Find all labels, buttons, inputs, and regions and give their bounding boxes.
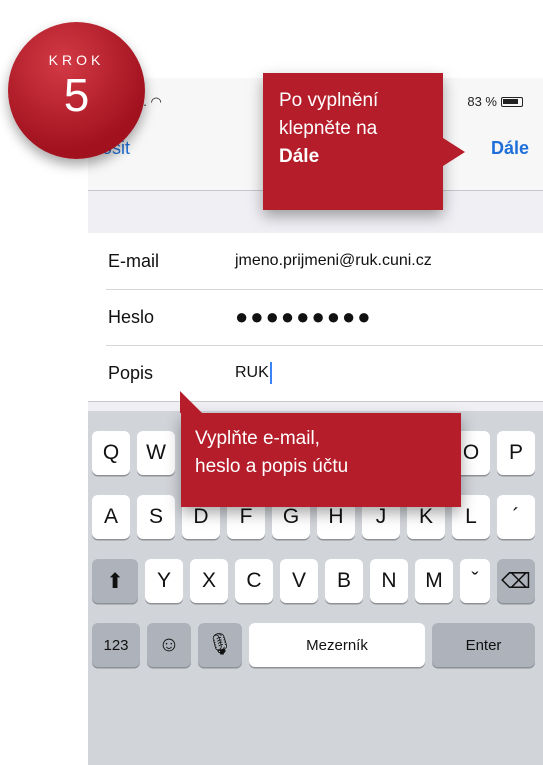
- account-form: E-mail jmeno.prijmeni@ruk.cuni.cz Heslo …: [88, 233, 543, 401]
- callout-top-bold: Dále: [279, 146, 320, 167]
- description-label: Popis: [108, 362, 154, 383]
- description-row[interactable]: Popis RUK: [88, 345, 543, 401]
- emoji-icon: ☺: [158, 633, 180, 656]
- enter-key[interactable]: Enter: [432, 623, 535, 667]
- battery-indicator: 83 %: [467, 94, 523, 109]
- key-a[interactable]: A: [92, 495, 130, 539]
- callout-top-pointer: [443, 138, 465, 166]
- shift-icon: ⬆: [106, 569, 124, 593]
- numbers-key[interactable]: 123: [92, 623, 140, 667]
- callout-bottom-line1: Vyplňte e-mail,: [195, 428, 320, 449]
- emoji-key[interactable]: ☺: [147, 623, 191, 667]
- microphone-key[interactable]: 🎙: [198, 623, 242, 667]
- callout-top-text: Po vyplnění klepněte na: [279, 90, 379, 139]
- key-m[interactable]: M: [415, 559, 453, 603]
- callout-bottom-pointer: [180, 391, 202, 413]
- key-c[interactable]: C: [235, 559, 273, 603]
- shift-key[interactable]: ⬆: [92, 559, 138, 603]
- password-label: Heslo: [108, 306, 155, 327]
- step-number: 5: [63, 69, 90, 121]
- backspace-key[interactable]: ⌫: [497, 559, 535, 603]
- next-instruction-callout: Po vyplnění klepněte na Dále: [263, 73, 465, 210]
- key-b[interactable]: B: [325, 559, 363, 603]
- fill-form-callout: Vyplňte e-mail, heslo a popis účtu: [180, 391, 461, 507]
- callout-bottom-line2: heslo a popis účtu: [195, 456, 349, 477]
- key-q[interactable]: Q: [92, 431, 130, 475]
- key-x[interactable]: X: [190, 559, 228, 603]
- password-row[interactable]: Heslo ●●●●●●●●●: [88, 289, 543, 345]
- battery-percentage: 83 %: [467, 94, 497, 109]
- space-key[interactable]: Mezerník: [249, 623, 425, 667]
- email-label: E-mail: [108, 250, 160, 271]
- key-p[interactable]: P: [497, 431, 535, 475]
- step-badge: KROK 5: [8, 22, 145, 159]
- description-field[interactable]: RUK: [235, 362, 272, 384]
- wifi-icon: ◠: [150, 94, 162, 109]
- key-acute[interactable]: ´: [497, 495, 535, 539]
- microphone-icon: 🎙: [206, 633, 234, 656]
- battery-icon: [501, 96, 523, 107]
- key-n[interactable]: N: [370, 559, 408, 603]
- step-label: KROK: [48, 52, 105, 68]
- key-caron[interactable]: ˇ: [460, 559, 490, 603]
- key-v[interactable]: V: [280, 559, 318, 603]
- text-cursor: [269, 362, 272, 384]
- email-field[interactable]: jmeno.prijmeni@ruk.cuni.cz: [235, 252, 432, 270]
- key-s[interactable]: S: [137, 495, 175, 539]
- backspace-icon: ⌫: [501, 569, 531, 593]
- password-field[interactable]: ●●●●●●●●●: [235, 304, 373, 330]
- description-value: RUK: [235, 364, 269, 382]
- next-button[interactable]: Dále: [491, 138, 529, 159]
- email-row[interactable]: E-mail jmeno.prijmeni@ruk.cuni.cz: [88, 233, 543, 289]
- key-w[interactable]: W: [137, 431, 175, 475]
- key-y-2[interactable]: Y: [145, 559, 183, 603]
